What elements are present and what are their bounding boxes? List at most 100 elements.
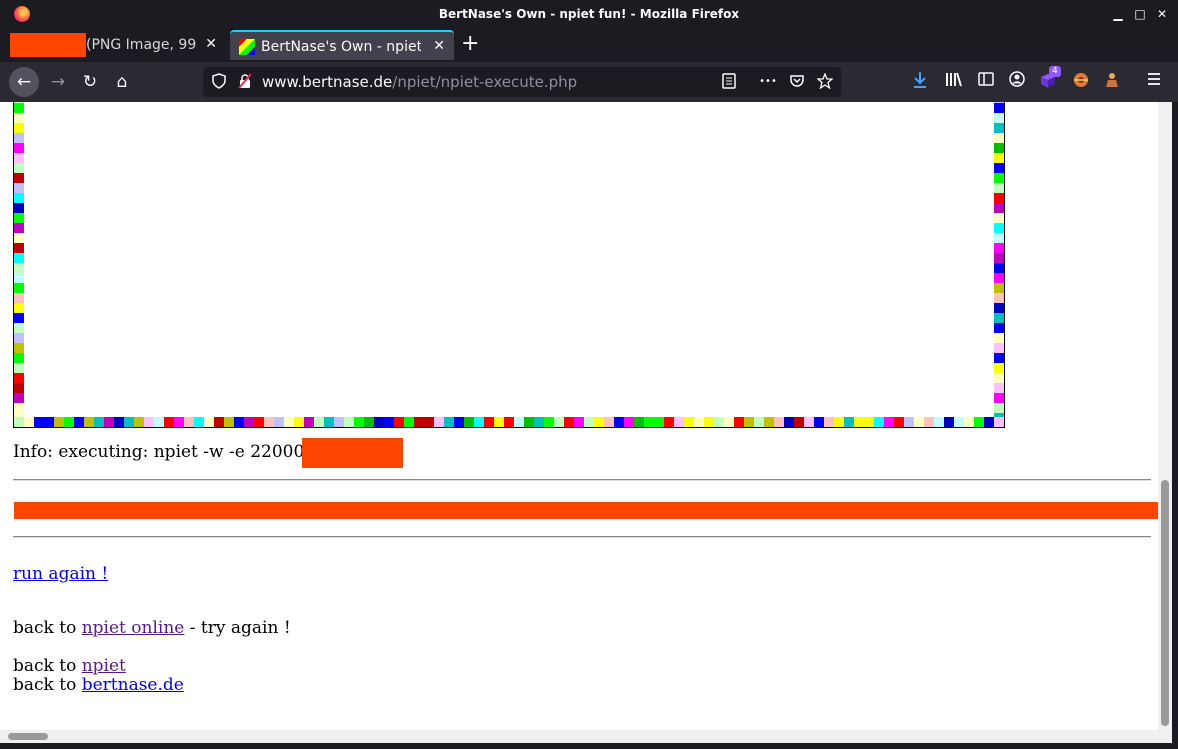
- sidebar-icon[interactable]: [976, 71, 996, 91]
- npiet-online-link[interactable]: npiet online: [82, 618, 185, 638]
- scrollbar-thumb[interactable]: [8, 733, 48, 740]
- piet-codel: [24, 417, 34, 427]
- close-window-button[interactable]: ✕: [1155, 7, 1169, 21]
- tab-label: BertNase's Own - npiet fu: [261, 39, 421, 55]
- piet-codel: [14, 123, 24, 133]
- minimize-button[interactable]: ▁: [1111, 7, 1125, 21]
- piet-codel: [464, 417, 474, 427]
- piet-codel: [14, 353, 24, 363]
- piet-codel: [994, 283, 1004, 293]
- piet-codel: [14, 417, 24, 427]
- reload-button[interactable]: ↻: [75, 67, 105, 97]
- piet-codel: [874, 417, 884, 427]
- piet-codel: [944, 417, 954, 427]
- horizontal-scrollbar[interactable]: [0, 730, 1172, 743]
- piet-codel: [174, 417, 184, 427]
- home-button[interactable]: ⌂: [107, 67, 137, 97]
- piet-codel: [994, 123, 1004, 133]
- piet-codel: [514, 417, 524, 427]
- piet-codel: [664, 417, 674, 427]
- piet-codel: [994, 417, 1004, 427]
- piet-codel: [744, 417, 754, 427]
- downloads-icon[interactable]: [910, 71, 930, 91]
- bookmark-star-icon[interactable]: [816, 72, 834, 91]
- divider: [13, 536, 1151, 538]
- redaction-block: [10, 33, 86, 57]
- piet-codel: [994, 343, 1004, 353]
- piet-codel: [14, 363, 24, 373]
- piet-codel: [14, 283, 24, 293]
- piet-codel: [14, 323, 24, 333]
- hamburger-menu-icon[interactable]: [1144, 71, 1164, 91]
- library-icon[interactable]: [944, 71, 964, 91]
- pocket-icon[interactable]: [788, 73, 806, 91]
- extension-badge: 4: [1049, 66, 1061, 77]
- url-host: www.bertnase.de: [262, 73, 393, 91]
- close-tab-icon[interactable]: ✕: [433, 38, 445, 54]
- piet-codel: [994, 153, 1004, 163]
- page-actions-menu-icon[interactable]: •••: [759, 73, 777, 91]
- piet-codel: [14, 293, 24, 303]
- run-again-link[interactable]: run again !: [13, 564, 108, 584]
- piet-codel: [544, 417, 554, 427]
- forward-button[interactable]: →: [43, 67, 73, 97]
- new-tab-button[interactable]: +: [461, 33, 479, 55]
- piet-codel: [614, 417, 624, 427]
- piet-codel: [294, 417, 304, 427]
- piet-codel: [124, 417, 134, 427]
- piet-codel: [14, 143, 24, 153]
- piet-codel: [564, 417, 574, 427]
- piet-codel: [334, 417, 344, 427]
- info-line: Info: executing: npiet -w -e 220000: [13, 442, 316, 462]
- extension-figure-icon[interactable]: [1102, 71, 1122, 91]
- url-bar[interactable]: www.bertnase.de/npiet/npiet-execute.php …: [203, 67, 841, 97]
- url-text[interactable]: www.bertnase.de/npiet/npiet-execute.php: [262, 73, 577, 91]
- piet-codel: [754, 417, 764, 427]
- extension-ball-icon[interactable]: [1071, 71, 1091, 91]
- divider: [13, 479, 1151, 481]
- piet-codel: [374, 417, 384, 427]
- piet-codel: [994, 193, 1004, 203]
- vertical-scrollbar[interactable]: [1158, 102, 1172, 730]
- back-to-text: back to: [13, 656, 82, 676]
- piet-codel: [224, 417, 234, 427]
- piet-codel: [14, 173, 24, 183]
- piet-codel: [274, 417, 284, 427]
- piet-codel: [154, 417, 164, 427]
- maximize-button[interactable]: □: [1133, 7, 1147, 21]
- piet-codel: [14, 393, 24, 403]
- close-tab-icon[interactable]: ✕: [205, 36, 217, 52]
- back-to-text: back to: [13, 675, 82, 695]
- piet-codel: [894, 417, 904, 427]
- piet-codel: [14, 313, 24, 323]
- scrollbar-thumb[interactable]: [1161, 480, 1169, 726]
- window-title: BertNase's Own - npiet fun! - Mozilla Fi…: [438, 7, 740, 21]
- piet-codel: [314, 417, 324, 427]
- piet-codel: [854, 417, 864, 427]
- piet-codel: [14, 203, 24, 213]
- piet-codel: [774, 417, 784, 427]
- tab-png-image[interactable]: (PNG Image, 990 ✕: [6, 30, 226, 60]
- piet-codel: [994, 393, 1004, 403]
- piet-codel: [14, 343, 24, 353]
- tab-bertnase[interactable]: BertNase's Own - npiet fu ✕: [230, 30, 454, 60]
- piet-codel: [14, 403, 24, 413]
- back-to-text: back to: [13, 618, 82, 638]
- piet-codel: [954, 417, 964, 427]
- insecure-lock-icon[interactable]: [236, 73, 254, 91]
- extension-cube-icon[interactable]: 4: [1039, 66, 1061, 91]
- npiet-link[interactable]: npiet: [82, 656, 126, 676]
- piet-codel: [494, 417, 504, 427]
- piet-codel: [844, 417, 854, 427]
- bertnase-link[interactable]: bertnase.de: [82, 675, 184, 695]
- piet-codel: [324, 417, 334, 427]
- account-icon[interactable]: [1007, 71, 1027, 91]
- back-button[interactable]: ←: [9, 67, 39, 97]
- piet-codel: [14, 233, 24, 243]
- piet-codel: [994, 113, 1004, 123]
- shield-icon[interactable]: [210, 73, 228, 91]
- piet-codel: [244, 417, 254, 427]
- reader-view-icon[interactable]: [720, 73, 738, 91]
- piet-codel: [994, 143, 1004, 153]
- piet-codel: [704, 417, 714, 427]
